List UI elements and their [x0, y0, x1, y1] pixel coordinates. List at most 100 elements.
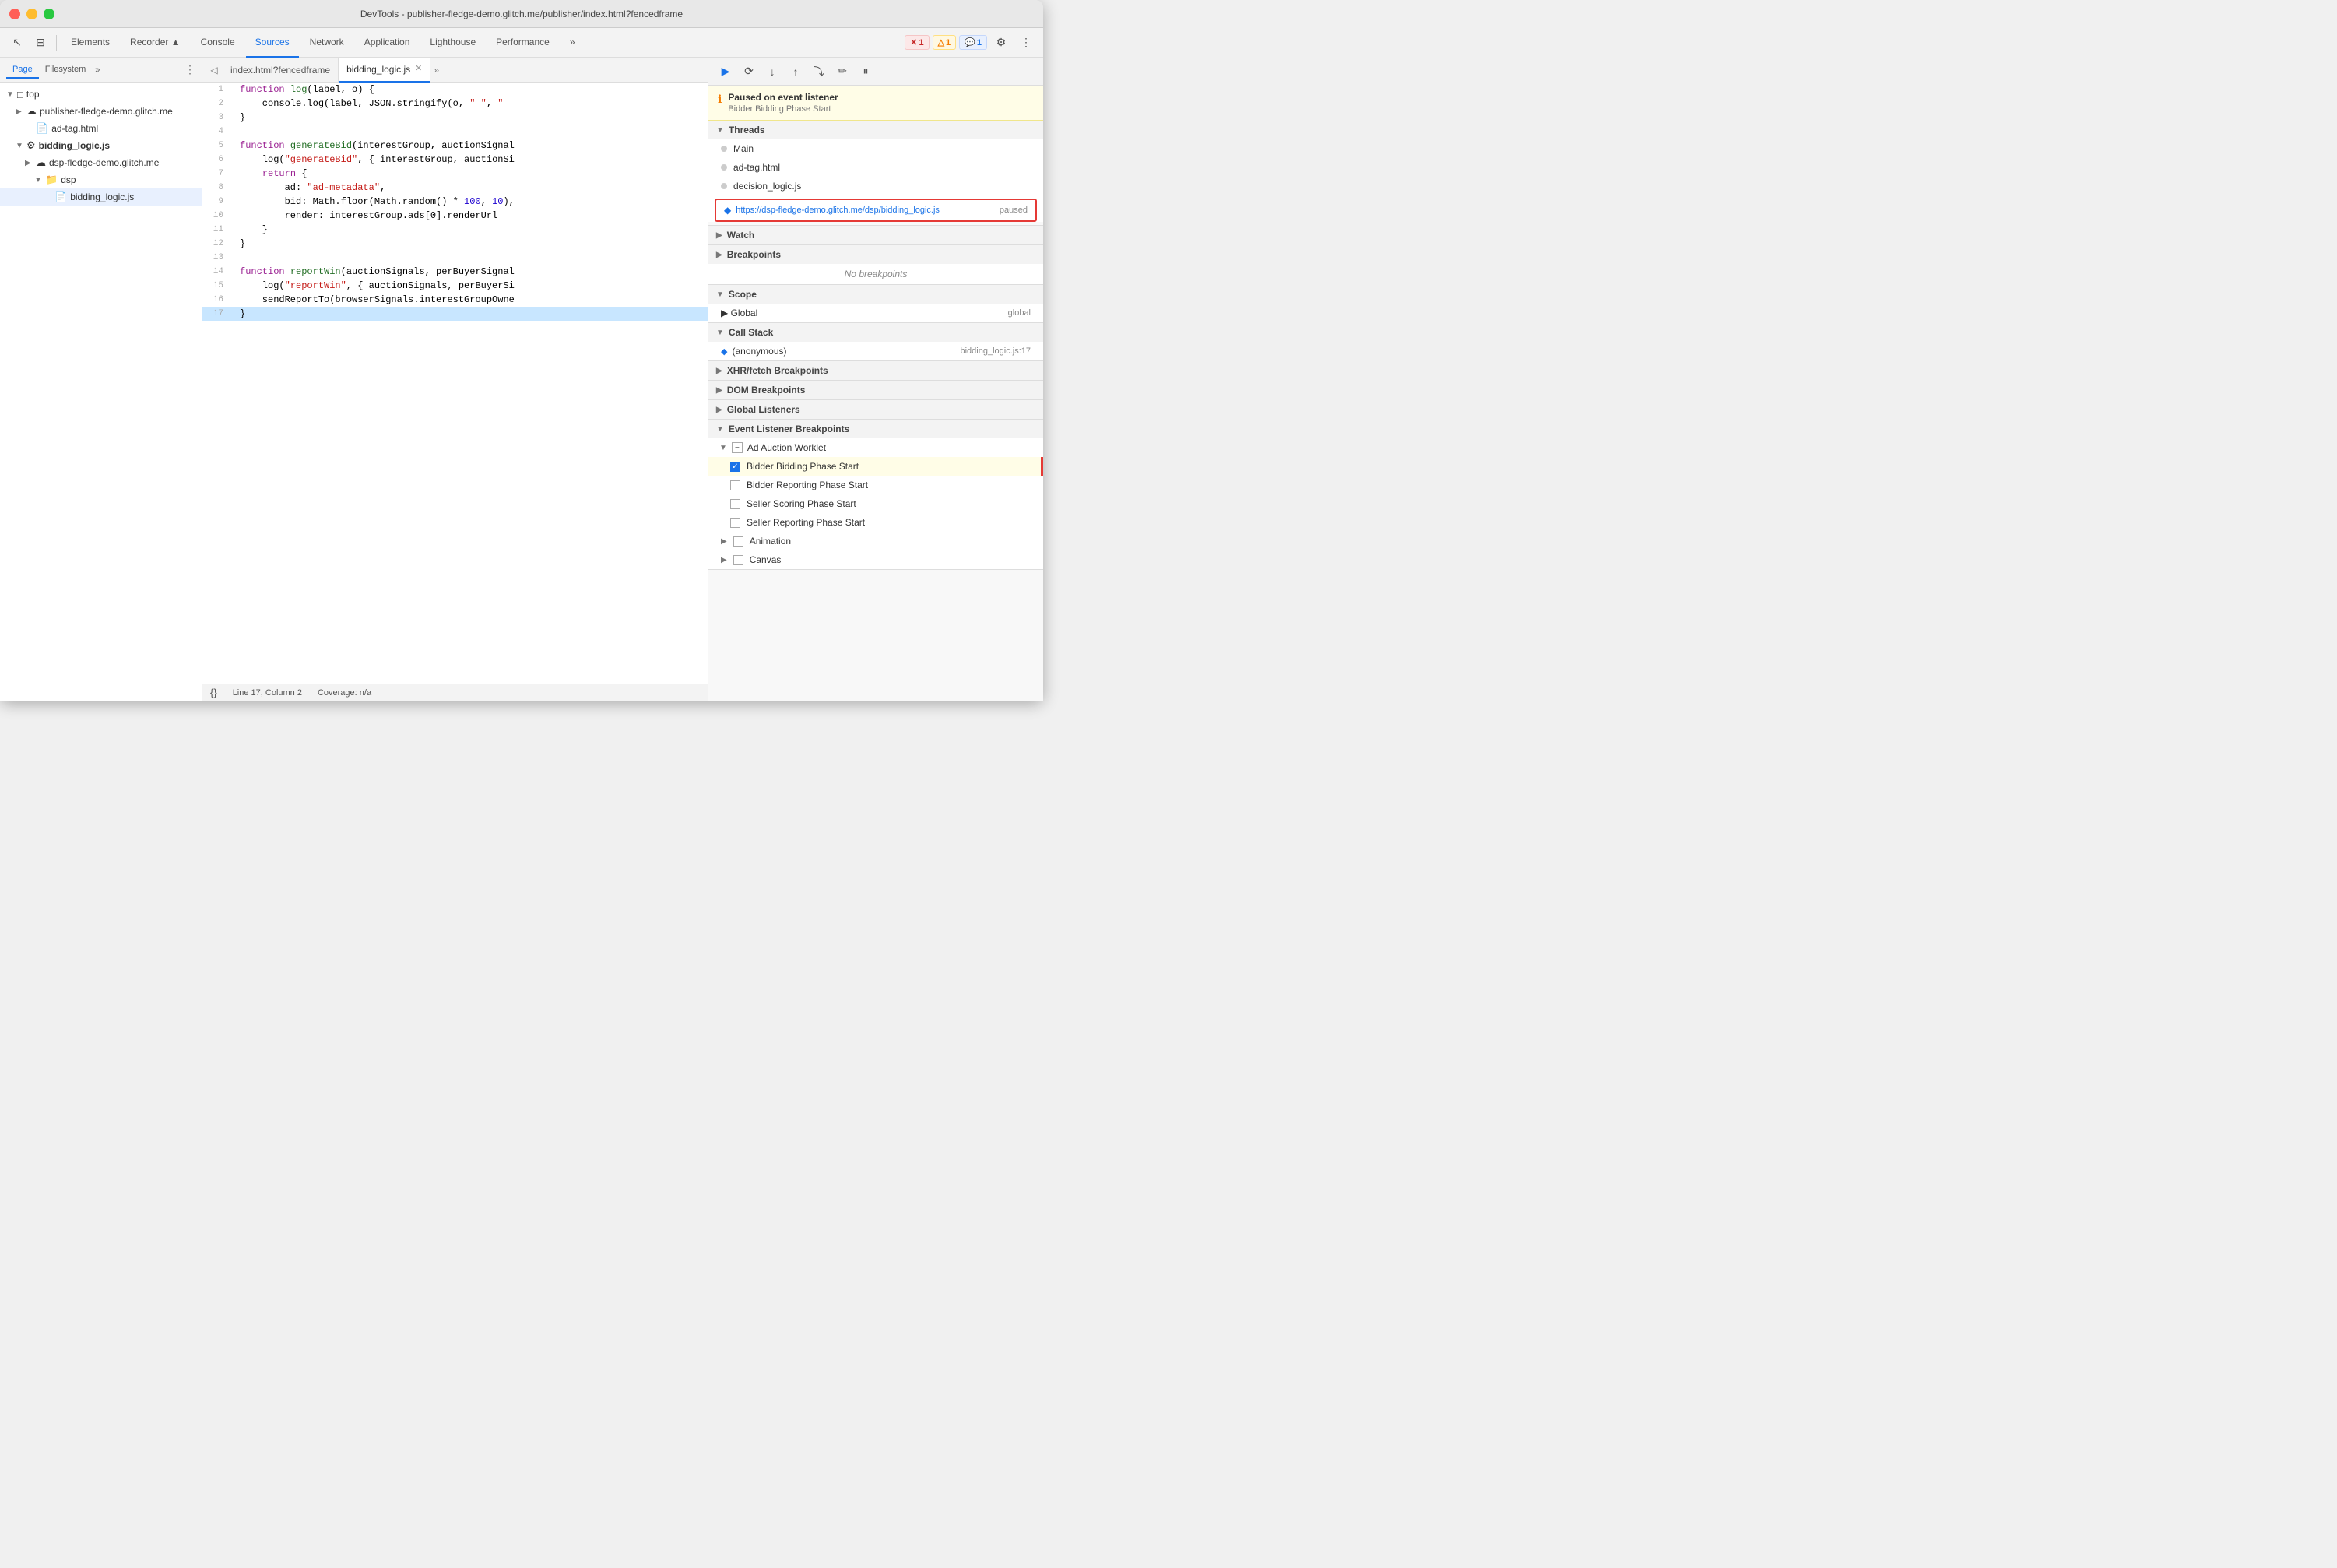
gear-icon: ⚙ [26, 139, 36, 152]
threads-header[interactable]: ▼ Threads [708, 121, 1043, 139]
checkbox-canvas[interactable] [733, 555, 743, 565]
tab-lighthouse[interactable]: Lighthouse [420, 28, 485, 58]
maximize-button[interactable] [44, 9, 54, 19]
more-options-icon[interactable]: ⋮ [1015, 32, 1037, 54]
tab-console[interactable]: Console [192, 28, 244, 58]
step-button[interactable]: ⤵ [808, 61, 830, 83]
list-item[interactable]: ▶ ☁ dsp-fledge-demo.glitch.me [0, 154, 202, 171]
settings-icon[interactable]: ⚙ [990, 32, 1012, 54]
breakpoints-header[interactable]: ▶ Breakpoints [708, 245, 1043, 264]
tab-more-icon[interactable]: » [95, 65, 100, 75]
devtools-main: Page Filesystem » ⋮ ▼ □ top ▶ ☁ publishe… [0, 58, 1043, 701]
list-item[interactable]: ▶ Animation [708, 532, 1043, 550]
edit-button[interactable]: ✏ [831, 61, 853, 83]
minimize-button[interactable] [26, 9, 37, 19]
list-item[interactable]: Bidder Reporting Phase Start [708, 476, 1043, 494]
list-item[interactable]: Seller Reporting Phase Start [708, 513, 1043, 532]
tab-more-icon[interactable]: » [434, 65, 439, 76]
arrow-right-icon: ▶ [716, 367, 722, 375]
list-item[interactable]: Main [708, 139, 1043, 158]
watch-section: ▶ Watch [708, 226, 1043, 245]
cursor-icon[interactable]: ↖ [6, 32, 28, 54]
tab-recorder[interactable]: Recorder ▲ [121, 28, 190, 58]
resume-button[interactable]: ▶ [715, 61, 736, 83]
code-editor[interactable]: 1 function log(label, o) { 2 console.log… [202, 83, 708, 684]
panel-options-icon[interactable]: ⋮ [184, 63, 195, 76]
list-item[interactable]: decision_logic.js [708, 177, 1043, 195]
tab-performance[interactable]: Performance [487, 28, 559, 58]
event-listener-section: ▼ Event Listener Breakpoints ▼ − Ad Auct… [708, 420, 1043, 570]
code-line: 8 ad: "ad-metadata", [202, 181, 708, 195]
global-listeners-header[interactable]: ▶ Global Listeners [708, 400, 1043, 419]
code-tabs: ◁ index.html?fencedframe bidding_logic.j… [202, 58, 708, 83]
device-icon[interactable]: ⊟ [30, 32, 51, 54]
thread-dot-icon [721, 164, 727, 171]
animation-label: Animation [750, 536, 791, 547]
tab-filesystem[interactable]: Filesystem [39, 62, 93, 79]
code-line: 7 return { [202, 167, 708, 181]
list-item[interactable]: ✓ Bidder Bidding Phase Start [708, 457, 1043, 476]
step-out-button[interactable]: ↑ [785, 61, 807, 83]
event-listener-label: Event Listener Breakpoints [729, 424, 849, 434]
paused-title: Paused on event listener [728, 92, 838, 103]
checkbox-animation[interactable] [733, 536, 743, 547]
tab-elements[interactable]: Elements [62, 28, 119, 58]
thread-url: https://dsp-fledge-demo.glitch.me/dsp/bi… [736, 206, 940, 215]
thread-dot-icon [721, 183, 727, 189]
list-item[interactable]: ad-tag.html [708, 158, 1043, 177]
arrow-right-icon: ▶ [716, 406, 722, 414]
arrow-right-icon: ▶ [16, 107, 26, 116]
format-icon[interactable]: {} [210, 687, 217, 698]
step-over-button[interactable]: ⟳ [738, 61, 760, 83]
list-item[interactable]: ▶ Global global [708, 304, 1043, 322]
checkbox-seller-scoring[interactable] [730, 499, 740, 509]
tab-more[interactable]: » [561, 28, 585, 58]
list-item[interactable]: ▶ ☁ publisher-fledge-demo.glitch.me [0, 103, 202, 120]
close-tab-icon[interactable]: ✕ [415, 65, 422, 73]
arrow-down-icon: ▼ [6, 90, 17, 99]
error-icon: ✕ [910, 37, 917, 47]
folder-icon: □ [17, 89, 23, 100]
list-item[interactable]: ▼ ⚙ bidding_logic.js [0, 137, 202, 154]
list-item[interactable]: ◆ (anonymous) bidding_logic.js:17 [708, 342, 1043, 360]
checkbox-bidder-reporting[interactable] [730, 480, 740, 490]
dom-breakpoints-section: ▶ DOM Breakpoints [708, 381, 1043, 400]
list-item[interactable]: 📄 bidding_logic.js [0, 188, 202, 206]
thread-adtag-label: ad-tag.html [733, 162, 780, 173]
tab-page[interactable]: Page [6, 62, 39, 79]
event-listener-header[interactable]: ▼ Event Listener Breakpoints [708, 420, 1043, 438]
list-item[interactable]: ▼ □ top [0, 86, 202, 103]
tab-network[interactable]: Network [300, 28, 353, 58]
tab-bidding-logic[interactable]: bidding_logic.js ✕ [339, 58, 430, 83]
list-item[interactable]: 📄 ad-tag.html [0, 120, 202, 137]
pause-button[interactable]: ⏸ [855, 61, 877, 83]
code-line: 4 [202, 125, 708, 139]
tab-back-icon[interactable]: ◁ [206, 62, 223, 79]
checkbox-bidder-bidding[interactable]: ✓ [730, 462, 740, 472]
tab-application[interactable]: Application [355, 28, 420, 58]
call-stack-header[interactable]: ▼ Call Stack [708, 323, 1043, 342]
watch-header[interactable]: ▶ Watch [708, 226, 1043, 244]
worklet-label: Ad Auction Worklet [747, 442, 826, 453]
arrow-down-icon: ▼ [719, 444, 727, 452]
checkbox-seller-reporting[interactable] [730, 518, 740, 528]
tab-index-html[interactable]: index.html?fencedframe [223, 58, 339, 83]
window-title: DevTools - publisher-fledge-demo.glitch.… [360, 9, 683, 19]
ad-auction-worklet-header[interactable]: ▼ − Ad Auction Worklet [708, 438, 1043, 457]
tab-sources[interactable]: Sources [246, 28, 299, 58]
call-stack-label: Call Stack [729, 327, 773, 338]
arrow-right-icon: ▶ [721, 556, 727, 564]
step-into-button[interactable]: ↓ [761, 61, 783, 83]
thread-main-label: Main [733, 143, 754, 154]
selected-thread[interactable]: ◆ https://dsp-fledge-demo.glitch.me/dsp/… [715, 199, 1037, 222]
js-file-icon: 📄 [54, 191, 67, 203]
debug-scroll-area[interactable]: ℹ Paused on event listener Bidder Biddin… [708, 86, 1043, 701]
scope-header[interactable]: ▼ Scope [708, 285, 1043, 304]
xhr-header[interactable]: ▶ XHR/fetch Breakpoints [708, 361, 1043, 380]
close-button[interactable] [9, 9, 20, 19]
dom-breakpoints-header[interactable]: ▶ DOM Breakpoints [708, 381, 1043, 399]
arrow-right-icon: ▶ [716, 251, 722, 259]
list-item[interactable]: Seller Scoring Phase Start [708, 494, 1043, 513]
list-item[interactable]: ▶ Canvas [708, 550, 1043, 569]
list-item[interactable]: ▼ 📁 dsp [0, 171, 202, 188]
